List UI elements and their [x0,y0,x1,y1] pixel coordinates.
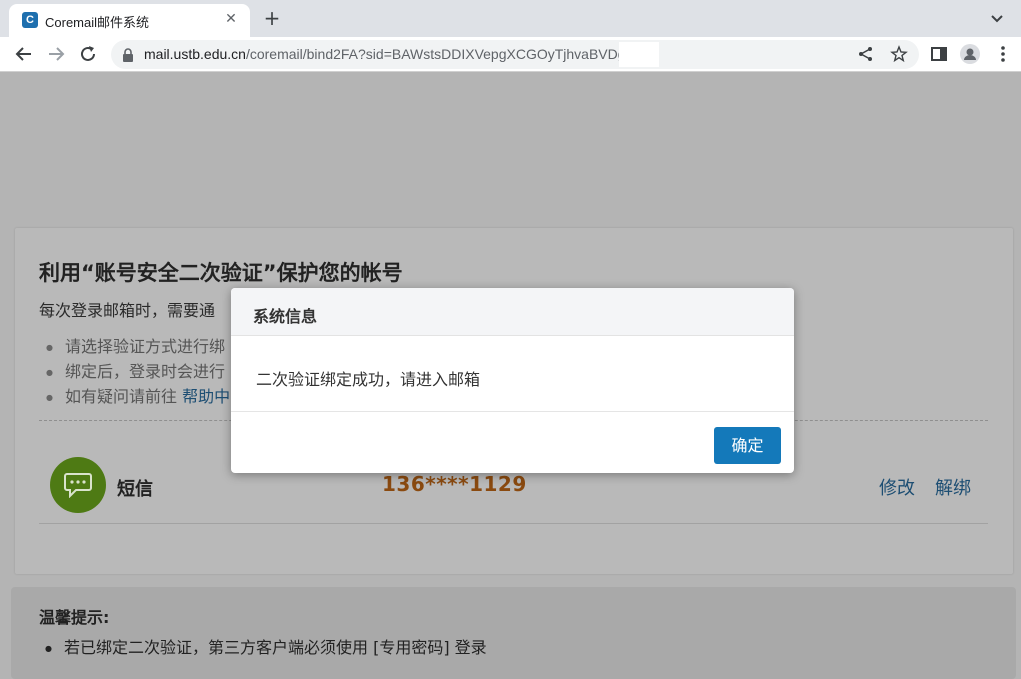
tab-bar: C Coremail邮件系统 ✕ + [0,0,1021,37]
page-title: 利用“账号安全二次验证”保护您的帐号 [39,261,403,285]
instruction-item: 请选择验证方式进行绑 [46,334,230,359]
tips-item: 若已绑定二次验证，第三方客户端必须使用 [专用密码] 登录 [45,634,487,658]
back-arrow-icon[interactable] [13,43,35,65]
sms-method-label: 短信 [117,479,153,500]
share-icon[interactable] [857,45,875,63]
bound-phone-number: 136****1129 [382,472,527,496]
help-link[interactable]: 帮助中 [182,387,230,406]
dialog-message: 二次验证绑定成功，请进入邮箱 [256,370,481,389]
instruction-list: 请选择验证方式进行绑 绑定后，登录时会进行 如有疑问请前往 帮助中 [46,334,230,409]
reload-icon[interactable] [77,43,99,65]
url-text: mail.ustb.edu.cn/coremail/bind2FA?sid=BA… [144,46,626,62]
dialog-header: 系统信息 [231,288,794,336]
tab-title: Coremail邮件系统 [45,15,150,30]
system-info-dialog: 系统信息 二次验证绑定成功，请进入邮箱 确定 [231,288,794,473]
instruction-item: 绑定后，登录时会进行 [46,359,230,384]
more-menu-icon[interactable] [993,44,1013,64]
edit-link[interactable]: 修改 [879,474,915,500]
chat-bubble-icon [64,473,92,498]
browser-toolbar: mail.ustb.edu.cn/coremail/bind2FA?sid=BA… [0,37,1021,72]
instruction-text: 如有疑问请前往 [65,387,178,406]
url-overlay [619,42,659,67]
star-icon[interactable] [890,45,908,63]
coremail-favicon-icon: C [22,12,38,28]
address-bar[interactable]: mail.ustb.edu.cn/coremail/bind2FA?sid=BA… [111,40,919,69]
lock-icon[interactable] [122,48,134,62]
dialog-divider [231,411,794,412]
tab-close-icon[interactable]: ✕ [222,10,240,28]
dialog-title: 系统信息 [253,307,318,326]
tips-title: 温馨提示: [39,608,110,627]
confirm-button[interactable]: 确定 [714,427,781,464]
page-description: 每次登录邮箱时，需要通 [39,301,216,320]
divider [39,523,988,524]
url-path: /coremail/bind2FA?sid=BAWstsDDIXVepgXCGO… [245,46,626,62]
profile-avatar-icon[interactable] [960,44,980,64]
unbind-link[interactable]: 解绑 [935,474,971,500]
url-host: mail.ustb.edu.cn [144,46,246,62]
side-panel-icon[interactable] [929,44,949,64]
browser-tab[interactable]: C Coremail邮件系统 ✕ [9,4,250,37]
new-tab-icon[interactable]: + [262,8,282,28]
instruction-item: 如有疑问请前往 帮助中 [46,384,230,409]
sms-method-icon [50,457,106,513]
forward-arrow-icon[interactable] [45,43,67,65]
tips-box: 温馨提示: 若已绑定二次验证，第三方客户端必须使用 [专用密码] 登录 [11,587,1016,679]
chevron-down-icon[interactable] [989,10,1005,26]
